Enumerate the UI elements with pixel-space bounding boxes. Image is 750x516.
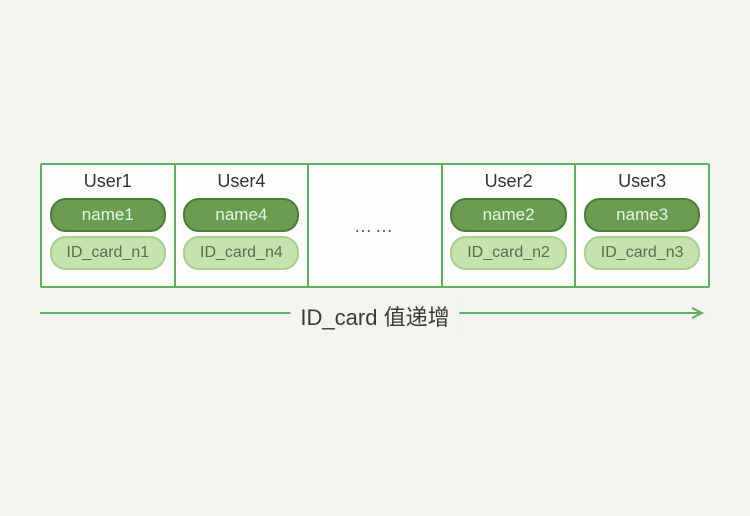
cell-ellipsis: ……: [309, 165, 443, 286]
user-label: User2: [485, 171, 533, 192]
user-label: User4: [217, 171, 265, 192]
arrow-wrap: ID_card 值递增: [40, 306, 710, 366]
cell-user2: User2 name2 ID_card_n2: [443, 165, 577, 286]
name-pill: name2: [450, 198, 566, 232]
idcard-pill: ID_card_n1: [50, 236, 166, 269]
cell-user4: User4 name4 ID_card_n4: [176, 165, 310, 286]
name-pill: name1: [50, 198, 166, 232]
idcard-pill: ID_card_n4: [183, 236, 299, 269]
cell-user1: User1 name1 ID_card_n1: [42, 165, 176, 286]
idcard-pill: ID_card_n2: [450, 236, 566, 269]
arrow-label: ID_card 值递增: [290, 300, 459, 332]
user-row: User1 name1 ID_card_n1 User4 name4 ID_ca…: [40, 163, 710, 288]
cell-user3: User3 name3 ID_card_n3: [576, 165, 708, 286]
user-label: User3: [618, 171, 666, 192]
name-pill: name4: [183, 198, 299, 232]
idcard-pill: ID_card_n3: [584, 236, 700, 269]
ellipsis-text: ……: [354, 216, 396, 237]
name-pill: name3: [584, 198, 700, 232]
user-label: User1: [84, 171, 132, 192]
